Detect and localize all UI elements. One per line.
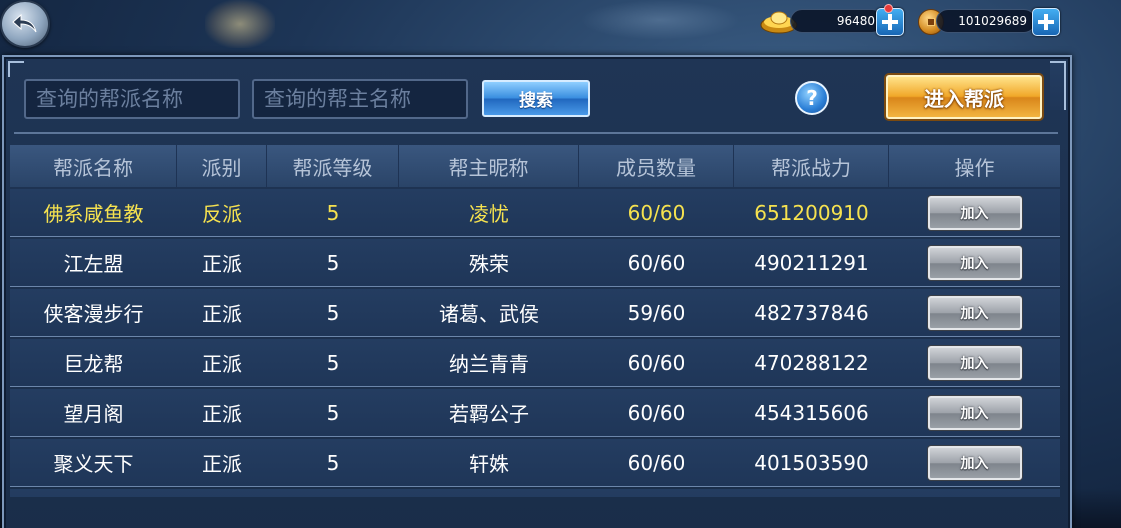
cell-power: 454315606 xyxy=(754,400,869,425)
question-mark-icon: ? xyxy=(806,86,818,110)
cell-power: 470288122 xyxy=(754,350,869,375)
cell-guild-name: 江左盟 xyxy=(63,252,124,276)
table-row: 江左盟 正派 5 殊荣 60/60 490211291 加入 xyxy=(10,239,1060,287)
cell-guild-name: 望月阁 xyxy=(63,402,124,426)
cell-level: 5 xyxy=(326,400,340,425)
cell-members: 59/60 xyxy=(627,300,686,325)
leader-name-search-input[interactable] xyxy=(252,79,468,119)
cell-faction: 反派 xyxy=(202,202,242,226)
cell-members: 60/60 xyxy=(627,200,686,225)
table-body: 佛系咸鱼教 反派 5 凌忧 60/60 651200910 加入 江左盟 正派 … xyxy=(10,189,1060,497)
panel-corner-ornament xyxy=(8,61,24,77)
cell-leader: 纳兰青青 xyxy=(449,352,529,376)
background-lantern-glow xyxy=(205,0,275,48)
cell-action: 加入 xyxy=(889,339,1060,386)
cell-action: 加入 xyxy=(889,239,1060,286)
cell-level: 5 xyxy=(326,300,340,325)
cell-faction: 正派 xyxy=(202,302,242,326)
cell-members: 60/60 xyxy=(627,250,686,275)
header-action: 操作 xyxy=(954,155,995,180)
table-row: 聚义天下 正派 5 轩姝 60/60 401503590 加入 xyxy=(10,439,1060,487)
back-button[interactable] xyxy=(0,0,50,48)
join-button[interactable]: 加入 xyxy=(927,195,1022,230)
header-guild-level: 帮派等级 xyxy=(267,145,399,187)
notification-dot xyxy=(884,4,893,13)
cell-action: 加入 xyxy=(889,389,1060,436)
cell-guild-name: 巨龙帮 xyxy=(63,352,124,376)
back-arrow-icon xyxy=(12,13,37,33)
search-button[interactable]: 搜索 xyxy=(482,80,590,117)
cell-leader: 轩姝 xyxy=(469,452,509,476)
guild-list-panel: 搜索 ? 进入帮派 帮派名称 派别 帮派等级 帮主昵称 成员数量 帮派战力 操作… xyxy=(2,55,1072,528)
cell-level: 5 xyxy=(326,250,340,275)
cell-power: 401503590 xyxy=(754,450,869,475)
cell-level: 5 xyxy=(326,450,340,475)
header-guild-power: 帮派战力 xyxy=(734,145,889,187)
cell-leader: 诸葛、武侯 xyxy=(439,302,539,326)
panel-corner-ornament xyxy=(1050,61,1066,110)
cell-faction: 正派 xyxy=(202,352,242,376)
header-faction: 派别 xyxy=(177,145,267,187)
cell-guild-name: 聚义天下 xyxy=(53,452,134,476)
join-button[interactable]: 加入 xyxy=(927,445,1022,480)
guild-name-search-input[interactable] xyxy=(24,79,240,119)
cell-leader: 殊荣 xyxy=(469,252,509,276)
cell-power: 651200910 xyxy=(754,200,869,225)
table-row: 佛系咸鱼教 反派 5 凌忧 60/60 651200910 加入 xyxy=(10,189,1060,237)
enter-guild-button[interactable]: 进入帮派 xyxy=(886,75,1042,119)
background-cloud xyxy=(580,0,740,40)
guild-table: 帮派名称 派别 帮派等级 帮主昵称 成员数量 帮派战力 操作 佛系咸鱼教 反派 … xyxy=(10,145,1060,497)
cell-action: 加入 xyxy=(889,439,1060,486)
header-guild-name: 帮派名称 xyxy=(10,145,177,187)
cell-faction: 正派 xyxy=(202,452,242,476)
coin-amount: 101029689 xyxy=(936,9,1036,33)
cell-guild-name: 佛系咸鱼教 xyxy=(43,202,144,226)
join-button[interactable]: 加入 xyxy=(927,395,1022,430)
cell-leader: 凌忧 xyxy=(469,202,509,226)
table-header: 帮派名称 派别 帮派等级 帮主昵称 成员数量 帮派战力 操作 xyxy=(10,145,1060,187)
join-button[interactable]: 加入 xyxy=(927,295,1022,330)
cell-leader: 若羁公子 xyxy=(449,402,529,426)
cell-members: 60/60 xyxy=(627,450,686,475)
header-member-count: 成员数量 xyxy=(579,145,734,187)
table-row-partial xyxy=(10,489,1060,497)
join-button[interactable]: 加入 xyxy=(927,245,1022,280)
help-button[interactable]: ? xyxy=(795,81,829,115)
cell-action: 加入 xyxy=(889,189,1060,236)
cell-level: 5 xyxy=(326,200,340,225)
add-coin-button[interactable] xyxy=(1032,8,1060,36)
table-row: 望月阁 正派 5 若羁公子 60/60 454315606 加入 xyxy=(10,389,1060,437)
table-row: 巨龙帮 正派 5 纳兰青青 60/60 470288122 加入 xyxy=(10,339,1060,387)
cell-members: 60/60 xyxy=(627,350,686,375)
header-leader-nickname: 帮主昵称 xyxy=(399,145,579,187)
cell-level: 5 xyxy=(326,350,340,375)
cell-faction: 正派 xyxy=(202,402,242,426)
cell-power: 482737846 xyxy=(754,300,869,325)
cell-members: 60/60 xyxy=(627,400,686,425)
gold-amount: 96480 xyxy=(790,9,884,33)
cell-guild-name: 侠客漫步行 xyxy=(43,302,144,326)
copper-coin-currency: 101029689 xyxy=(918,6,1062,36)
cell-faction: 正派 xyxy=(202,252,242,276)
join-button[interactable]: 加入 xyxy=(927,345,1022,380)
table-row: 侠客漫步行 正派 5 诸葛、武侯 59/60 482737846 加入 xyxy=(10,289,1060,337)
cell-action: 加入 xyxy=(889,289,1060,336)
cell-power: 490211291 xyxy=(754,250,869,275)
divider xyxy=(14,132,1058,134)
